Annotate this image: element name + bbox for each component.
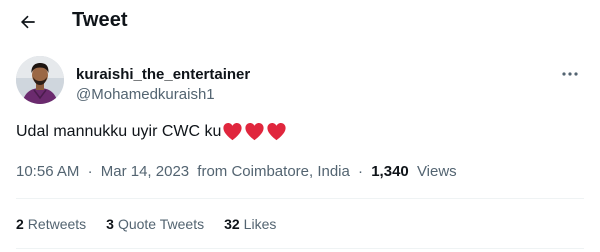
more-horizontal-icon (562, 72, 578, 76)
avatar-image (16, 56, 64, 104)
tweet-location: from Coimbatore, India (197, 163, 350, 180)
more-button[interactable] (556, 64, 584, 84)
views-count: 1,340 (371, 163, 409, 180)
meta-separator: · (358, 163, 364, 180)
divider (16, 198, 584, 199)
red-heart-icon (267, 123, 286, 141)
tweet-text: Udal mannukku uyir CWC ku (16, 122, 288, 141)
likes-label: Likes (243, 216, 277, 232)
tweet-stats: 2 Retweets 3 Quote Tweets 32 Likes (16, 216, 296, 232)
divider (16, 248, 584, 249)
likes-count: 32 (224, 216, 240, 232)
likes-stat[interactable]: 32 Likes (224, 216, 276, 232)
quotes-count: 3 (106, 216, 114, 232)
quote-tweets-stat[interactable]: 3 Quote Tweets (106, 216, 204, 232)
page-header: Tweet (0, 0, 600, 44)
retweets-label: Retweets (27, 216, 87, 232)
quotes-label: Quote Tweets (117, 216, 205, 232)
views-label: Views (416, 163, 457, 180)
back-button[interactable] (10, 4, 46, 40)
author-name[interactable]: kuraishi_the_entertainer (76, 66, 250, 83)
emoji-group (222, 122, 288, 141)
meta-separator: · (87, 163, 93, 180)
red-heart-icon (223, 123, 242, 141)
tweet-meta: 10:56 AM · Mar 14, 2023 from Coimbatore,… (16, 163, 457, 180)
arrow-left-icon (20, 15, 35, 29)
tweet-time[interactable]: 10:56 AM (16, 163, 79, 180)
retweets-stat[interactable]: 2 Retweets (16, 216, 86, 232)
tweet-date[interactable]: Mar 14, 2023 (101, 163, 189, 180)
tweet-page: Tweet kuraishi_the_entertainer @Mohamedk… (0, 0, 600, 252)
author-handle[interactable]: @Mohamedkuraish1 (76, 86, 215, 103)
red-heart-icon (245, 123, 264, 141)
retweets-count: 2 (16, 216, 24, 232)
avatar[interactable] (16, 56, 64, 104)
page-title: Tweet (72, 9, 128, 31)
tweet-text-content: Udal mannukku uyir CWC ku (16, 122, 222, 140)
